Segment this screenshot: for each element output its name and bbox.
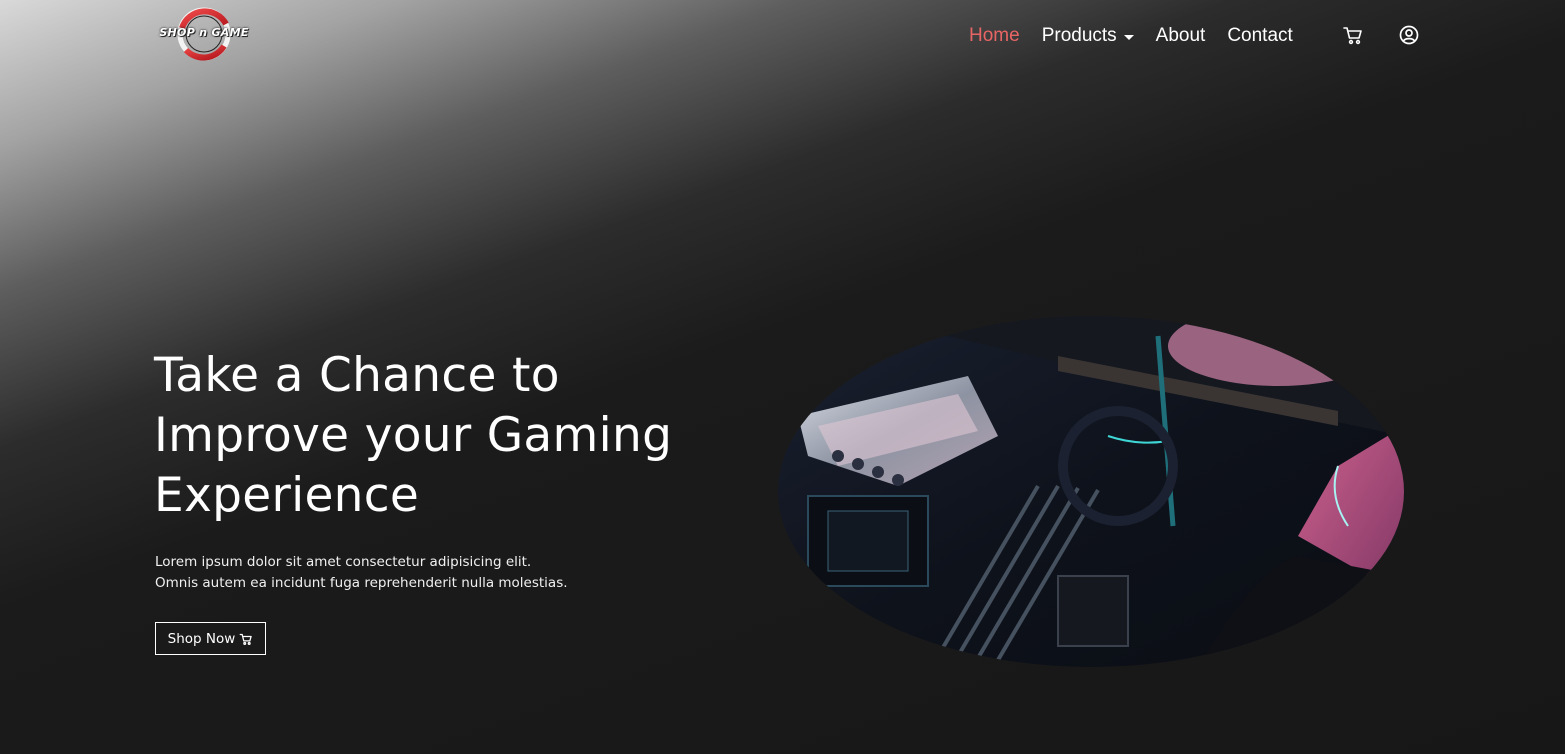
user-circle-icon[interactable]: [1398, 24, 1420, 46]
hero-title: Take a Chance to Improve your Gaming Exp…: [154, 346, 754, 526]
nav-contact-label: Contact: [1227, 25, 1293, 46]
navbar: SHOP n GAME Home Products About Contact: [0, 0, 1565, 72]
hero-title-line: Experience: [154, 468, 420, 523]
nav-contact[interactable]: Contact: [1227, 25, 1292, 47]
cart-icon: [239, 633, 253, 645]
hero-title-line: Improve your Gaming: [154, 408, 673, 463]
main-nav: Home Products About Contact: [969, 22, 1315, 50]
nav-about[interactable]: About: [1156, 25, 1206, 47]
nav-products-dropdown[interactable]: Products: [1042, 25, 1134, 47]
cart-icon[interactable]: [1342, 24, 1364, 46]
hero-title-line: Take a Chance to: [154, 348, 560, 403]
brand-logo[interactable]: SHOP n GAME: [158, 6, 250, 64]
hero-description-line: Omnis autem ea incidunt fuga reprehender…: [155, 575, 568, 591]
shop-now-button[interactable]: Shop Now: [155, 622, 266, 655]
nav-home-label: Home: [969, 25, 1020, 46]
logo-text: SHOP n GAME: [159, 26, 249, 39]
pc-motherboard-image: [778, 316, 1404, 667]
nav-products-label: Products: [1041, 25, 1117, 46]
hero-description-line: Lorem ipsum dolor sit amet consectetur a…: [155, 554, 532, 570]
hero-description: Lorem ipsum dolor sit amet consectetur a…: [155, 552, 715, 594]
nav-home[interactable]: Home: [969, 25, 1020, 47]
caret-down-icon: [1123, 34, 1134, 40]
shop-now-label: Shop Now: [167, 630, 236, 647]
nav-about-label: About: [1155, 25, 1206, 46]
page: SHOP n GAME Home Products About Contact …: [0, 0, 1565, 754]
